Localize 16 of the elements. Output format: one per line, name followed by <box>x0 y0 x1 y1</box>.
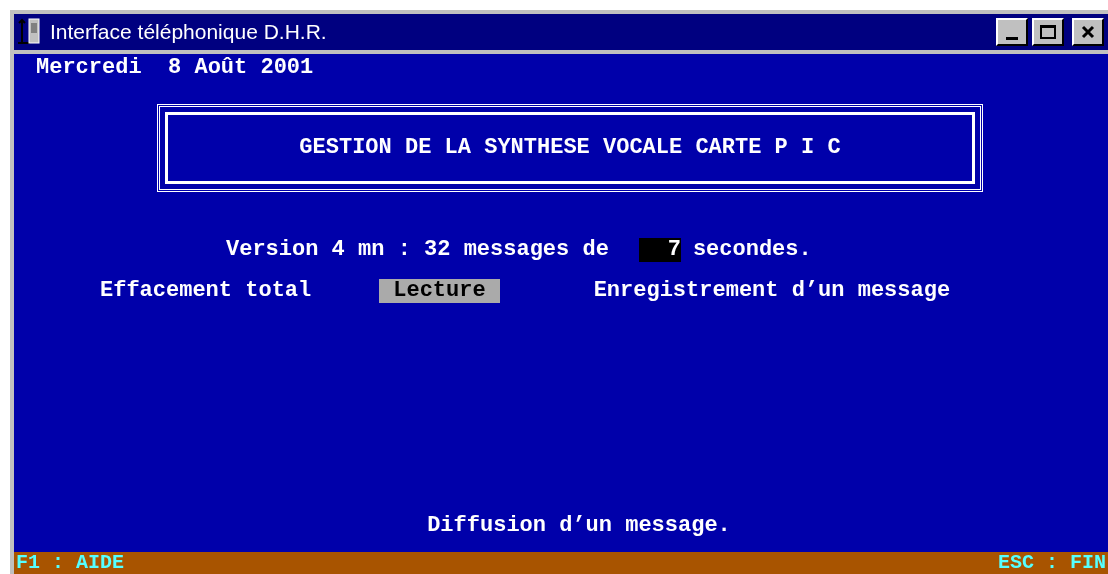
help-shortcut: F1 : AIDE <box>16 551 125 574</box>
message-text: Diffusion d’un message. <box>427 514 731 538</box>
close-button[interactable] <box>1072 18 1104 46</box>
close-icon <box>1081 25 1095 39</box>
seconds-field[interactable]: 7 <box>638 238 681 262</box>
menu-option[interactable]: Lecture <box>379 279 500 303</box>
date-text: Mercredi 8 Août 2001 <box>36 55 314 80</box>
menu-option[interactable]: Enregistrement d’un message <box>593 279 951 303</box>
exit-shortcut: ESC : FIN <box>997 551 1106 574</box>
window-title: Interface téléphonique D.H.R. <box>50 19 328 46</box>
heading-text: GESTION DE LA SYNTHESE VOCALE CARTE P I C <box>299 136 841 160</box>
maximize-button[interactable] <box>1032 18 1064 46</box>
menu-option[interactable]: Effacement total <box>100 279 312 303</box>
unit-text: secondes. <box>692 238 812 262</box>
version-text: Version 4 mn : 32 messages de <box>226 238 609 262</box>
minimize-button[interactable] <box>996 18 1028 46</box>
